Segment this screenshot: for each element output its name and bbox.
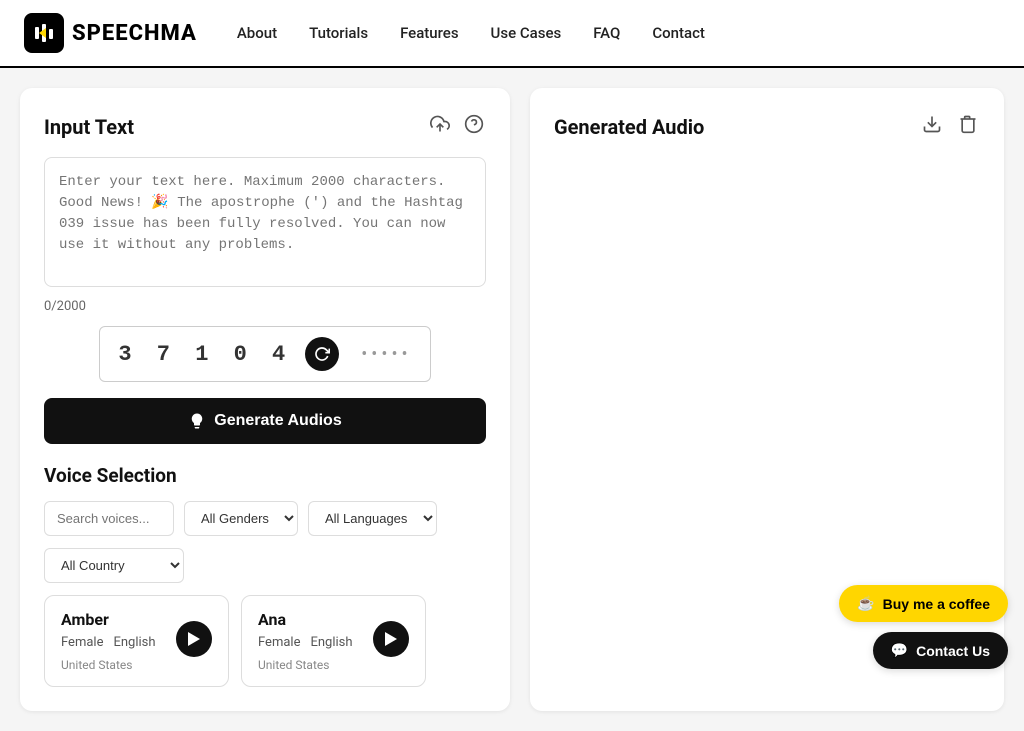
floating-buttons: ☕ Buy me a coffee 💬 Contact Us xyxy=(839,585,1008,669)
voice-filters: All Genders Male Female All Languages En… xyxy=(44,501,486,536)
generated-audio-content xyxy=(554,157,980,557)
left-panel: Input Text 0 xyxy=(20,88,510,711)
voice-selection-title: Voice Selection xyxy=(44,464,486,487)
captcha-digits: 3 7 1 0 4 xyxy=(118,342,291,367)
logo-text: SPEECHMA xyxy=(72,21,197,46)
nav-features[interactable]: Features xyxy=(400,24,458,42)
captcha-area: 3 7 1 0 4 ••••• xyxy=(44,326,486,382)
voice-card-ana-footer: Female English United States xyxy=(258,635,409,672)
voice-card-ana: Ana Female English United States xyxy=(241,595,426,687)
contact-us-button[interactable]: 💬 Contact Us xyxy=(873,632,1008,669)
upload-icon[interactable] xyxy=(428,112,452,141)
captcha-input-dots: ••••• xyxy=(361,344,411,365)
ana-language: English xyxy=(310,635,352,650)
voice-card-amber: Amber Female English United States xyxy=(44,595,229,687)
delete-icon[interactable] xyxy=(956,112,980,141)
amber-play-button[interactable] xyxy=(176,621,212,657)
country-filter-select[interactable]: All Country United States United Kingdom… xyxy=(44,548,184,583)
logo-icon xyxy=(24,13,64,53)
nav-contact[interactable]: Contact xyxy=(652,24,705,42)
generate-audios-label: Generate Audios xyxy=(214,412,341,430)
amber-language: English xyxy=(113,635,155,650)
coffee-icon: ☕ xyxy=(857,595,874,612)
text-input[interactable] xyxy=(44,157,486,287)
generated-audio-title: Generated Audio xyxy=(554,115,704,139)
right-panel-icons xyxy=(920,112,980,141)
nav-use-cases[interactable]: Use Cases xyxy=(491,24,562,42)
search-voices-input[interactable] xyxy=(44,501,174,536)
nav: About Tutorials Features Use Cases FAQ C… xyxy=(237,24,705,42)
chat-icon: 💬 xyxy=(891,642,908,659)
buy-coffee-button[interactable]: ☕ Buy me a coffee xyxy=(839,585,1008,622)
buy-coffee-label: Buy me a coffee xyxy=(883,596,990,612)
input-text-title: Input Text xyxy=(44,115,134,139)
header: SPEECHMA About Tutorials Features Use Ca… xyxy=(0,0,1024,68)
voice-meta-amber: Female English xyxy=(61,635,156,650)
voice-cards-list: Amber Female English United States xyxy=(44,595,486,687)
panel-title-icons xyxy=(428,112,486,141)
nav-tutorials[interactable]: Tutorials xyxy=(309,24,368,42)
captcha-refresh-btn[interactable] xyxy=(305,337,339,371)
voice-card-amber-footer: Female English United States xyxy=(61,635,212,672)
nav-about[interactable]: About xyxy=(237,24,277,42)
input-text-header: Input Text xyxy=(44,112,486,141)
amber-gender: Female xyxy=(61,635,103,650)
gender-filter-select[interactable]: All Genders Male Female xyxy=(184,501,298,536)
contact-us-label: Contact Us xyxy=(916,643,990,659)
generate-audios-button[interactable]: Generate Audios xyxy=(44,398,486,444)
char-count: 0/2000 xyxy=(44,299,486,314)
logo-area: SPEECHMA xyxy=(24,13,197,53)
help-icon[interactable] xyxy=(462,112,486,141)
download-icon[interactable] xyxy=(920,112,944,141)
amber-country: United States xyxy=(61,658,156,672)
nav-faq[interactable]: FAQ xyxy=(593,24,620,42)
ana-country: United States xyxy=(258,658,353,672)
captcha-box: 3 7 1 0 4 ••••• xyxy=(99,326,430,382)
ana-gender: Female xyxy=(258,635,300,650)
voice-meta-ana: Female English xyxy=(258,635,353,650)
right-panel-header: Generated Audio xyxy=(554,112,980,141)
language-filter-select[interactable]: All Languages English Spanish French xyxy=(308,501,437,536)
ana-play-button[interactable] xyxy=(373,621,409,657)
